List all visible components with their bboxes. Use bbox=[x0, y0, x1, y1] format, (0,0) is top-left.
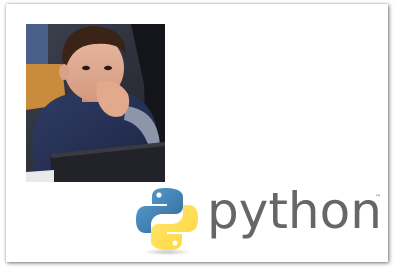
content-card: python ™ bbox=[6, 4, 388, 262]
student-photo bbox=[26, 24, 165, 182]
trademark-symbol: ™ bbox=[375, 194, 381, 201]
python-wordmark: python bbox=[207, 182, 382, 240]
python-logo-icon bbox=[134, 186, 200, 256]
